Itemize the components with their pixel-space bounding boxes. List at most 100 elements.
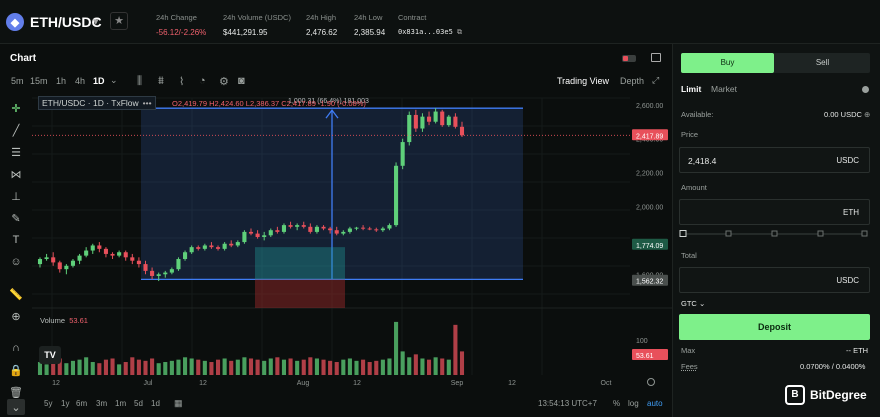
volume-bar [189,358,194,375]
volume-bar [426,359,432,375]
limit-tab[interactable]: Limit [681,84,701,94]
price-input[interactable]: 2,418.4 USDC [679,147,870,173]
candle-body [44,257,49,260]
price-label: Price [681,130,699,139]
candle-body [202,245,207,249]
volume-bar [248,358,254,375]
volume-bar [275,357,280,375]
volume-bar [354,360,359,375]
volume-bar [380,359,385,375]
info-icon[interactable] [862,86,869,93]
more-icon[interactable]: ••• [143,98,152,108]
candle-body [235,242,240,246]
volume-bar [255,359,260,375]
max-value: -- ETH [846,346,869,355]
candle-body [295,225,300,227]
candle-body [176,259,181,270]
candle-body [453,116,458,127]
volume-bar [328,360,333,375]
price-tick: 2,000.00 [636,204,663,211]
volume-bar [90,362,95,375]
candle-body [255,233,260,237]
measure-range-highlight [255,247,345,280]
auto-toggle[interactable]: auto [647,399,663,408]
candle-body [328,228,333,231]
candle-body [215,247,221,249]
volume-bar [156,363,161,375]
sell-tab[interactable]: Sell [775,53,870,73]
date-tick: Jul [144,380,153,387]
candle-body [367,228,372,230]
volume-bar [308,357,313,375]
total-input[interactable]: USDC [679,267,870,293]
market-tab[interactable]: Market [711,84,737,94]
candle-body [314,226,319,232]
volume-bar [215,359,221,375]
candle-body [321,226,326,229]
candle-body [209,245,214,248]
candle-body [70,260,76,266]
measure-range-bar [255,279,345,308]
candle-body [242,231,247,243]
percent-toggle[interactable]: % [613,399,620,408]
volume-bar [321,359,326,375]
deposit-button[interactable]: Deposit [679,314,870,340]
candle-body [446,116,451,126]
date-tick: 12 [353,380,361,387]
candle-body [103,248,108,254]
price-tag-current: 2,417.89 [636,133,663,140]
volume-bar [222,358,227,375]
date-tick: 12 [52,380,60,387]
candle-body [130,257,135,261]
candle-body [459,126,465,136]
candle-body [183,252,188,260]
candle-body [136,260,141,265]
fees-value: 0.0700% / 0.0400% [800,362,866,371]
volume-bar [459,351,465,375]
volume-bar [44,364,49,375]
side-switch: Buy Sell [681,53,870,73]
volume-bar [169,360,174,375]
volume-bar [123,362,128,375]
volume-bar [229,360,234,375]
range-3m[interactable]: 3m [96,399,107,408]
fees-label: Fees [681,362,698,371]
volume-bar [453,324,458,375]
price-tag-measure-top: 1,774.09 [636,243,663,250]
tif-select[interactable]: GTC ⌄ [681,299,705,308]
volume-bar [70,360,76,375]
log-toggle[interactable]: log [628,399,639,408]
candle-body [222,243,227,249]
volume-bar [281,359,287,375]
candle-body [248,231,254,234]
volume-bar [242,357,247,375]
candle-body [440,111,445,126]
candle-body [84,250,89,256]
volume-bar [209,362,214,375]
range-1y[interactable]: 1y [61,399,69,408]
range-1d[interactable]: 1d [151,399,160,408]
candle-body [354,227,359,229]
chart-legend: ETH/USDC · 1D · TxFlow ••• [38,96,156,110]
volume-bar [64,363,69,375]
volume-bar [143,360,148,375]
amount-input[interactable]: ETH [679,199,870,225]
range-1m[interactable]: 1m [115,399,126,408]
clock-readout: 13:54:13 UTC+7 [538,399,597,408]
add-icon: ⊕ [864,110,871,119]
volume-bar [394,321,399,375]
volume-bar [103,359,108,375]
candle-body [308,226,313,232]
amount-slider[interactable] [679,228,870,240]
candle-body [51,257,56,263]
volume-bar [288,358,293,375]
buy-tab[interactable]: Buy [681,53,774,73]
range-6m[interactable]: 6m [76,399,87,408]
volume-bar [196,359,201,375]
range-5y[interactable]: 5y [44,399,52,408]
calendar-icon[interactable]: ▦ [174,398,183,409]
candle-body [169,269,174,273]
volume-bar [176,359,181,375]
candle-body [262,235,267,237]
range-5d[interactable]: 5d [134,399,143,408]
